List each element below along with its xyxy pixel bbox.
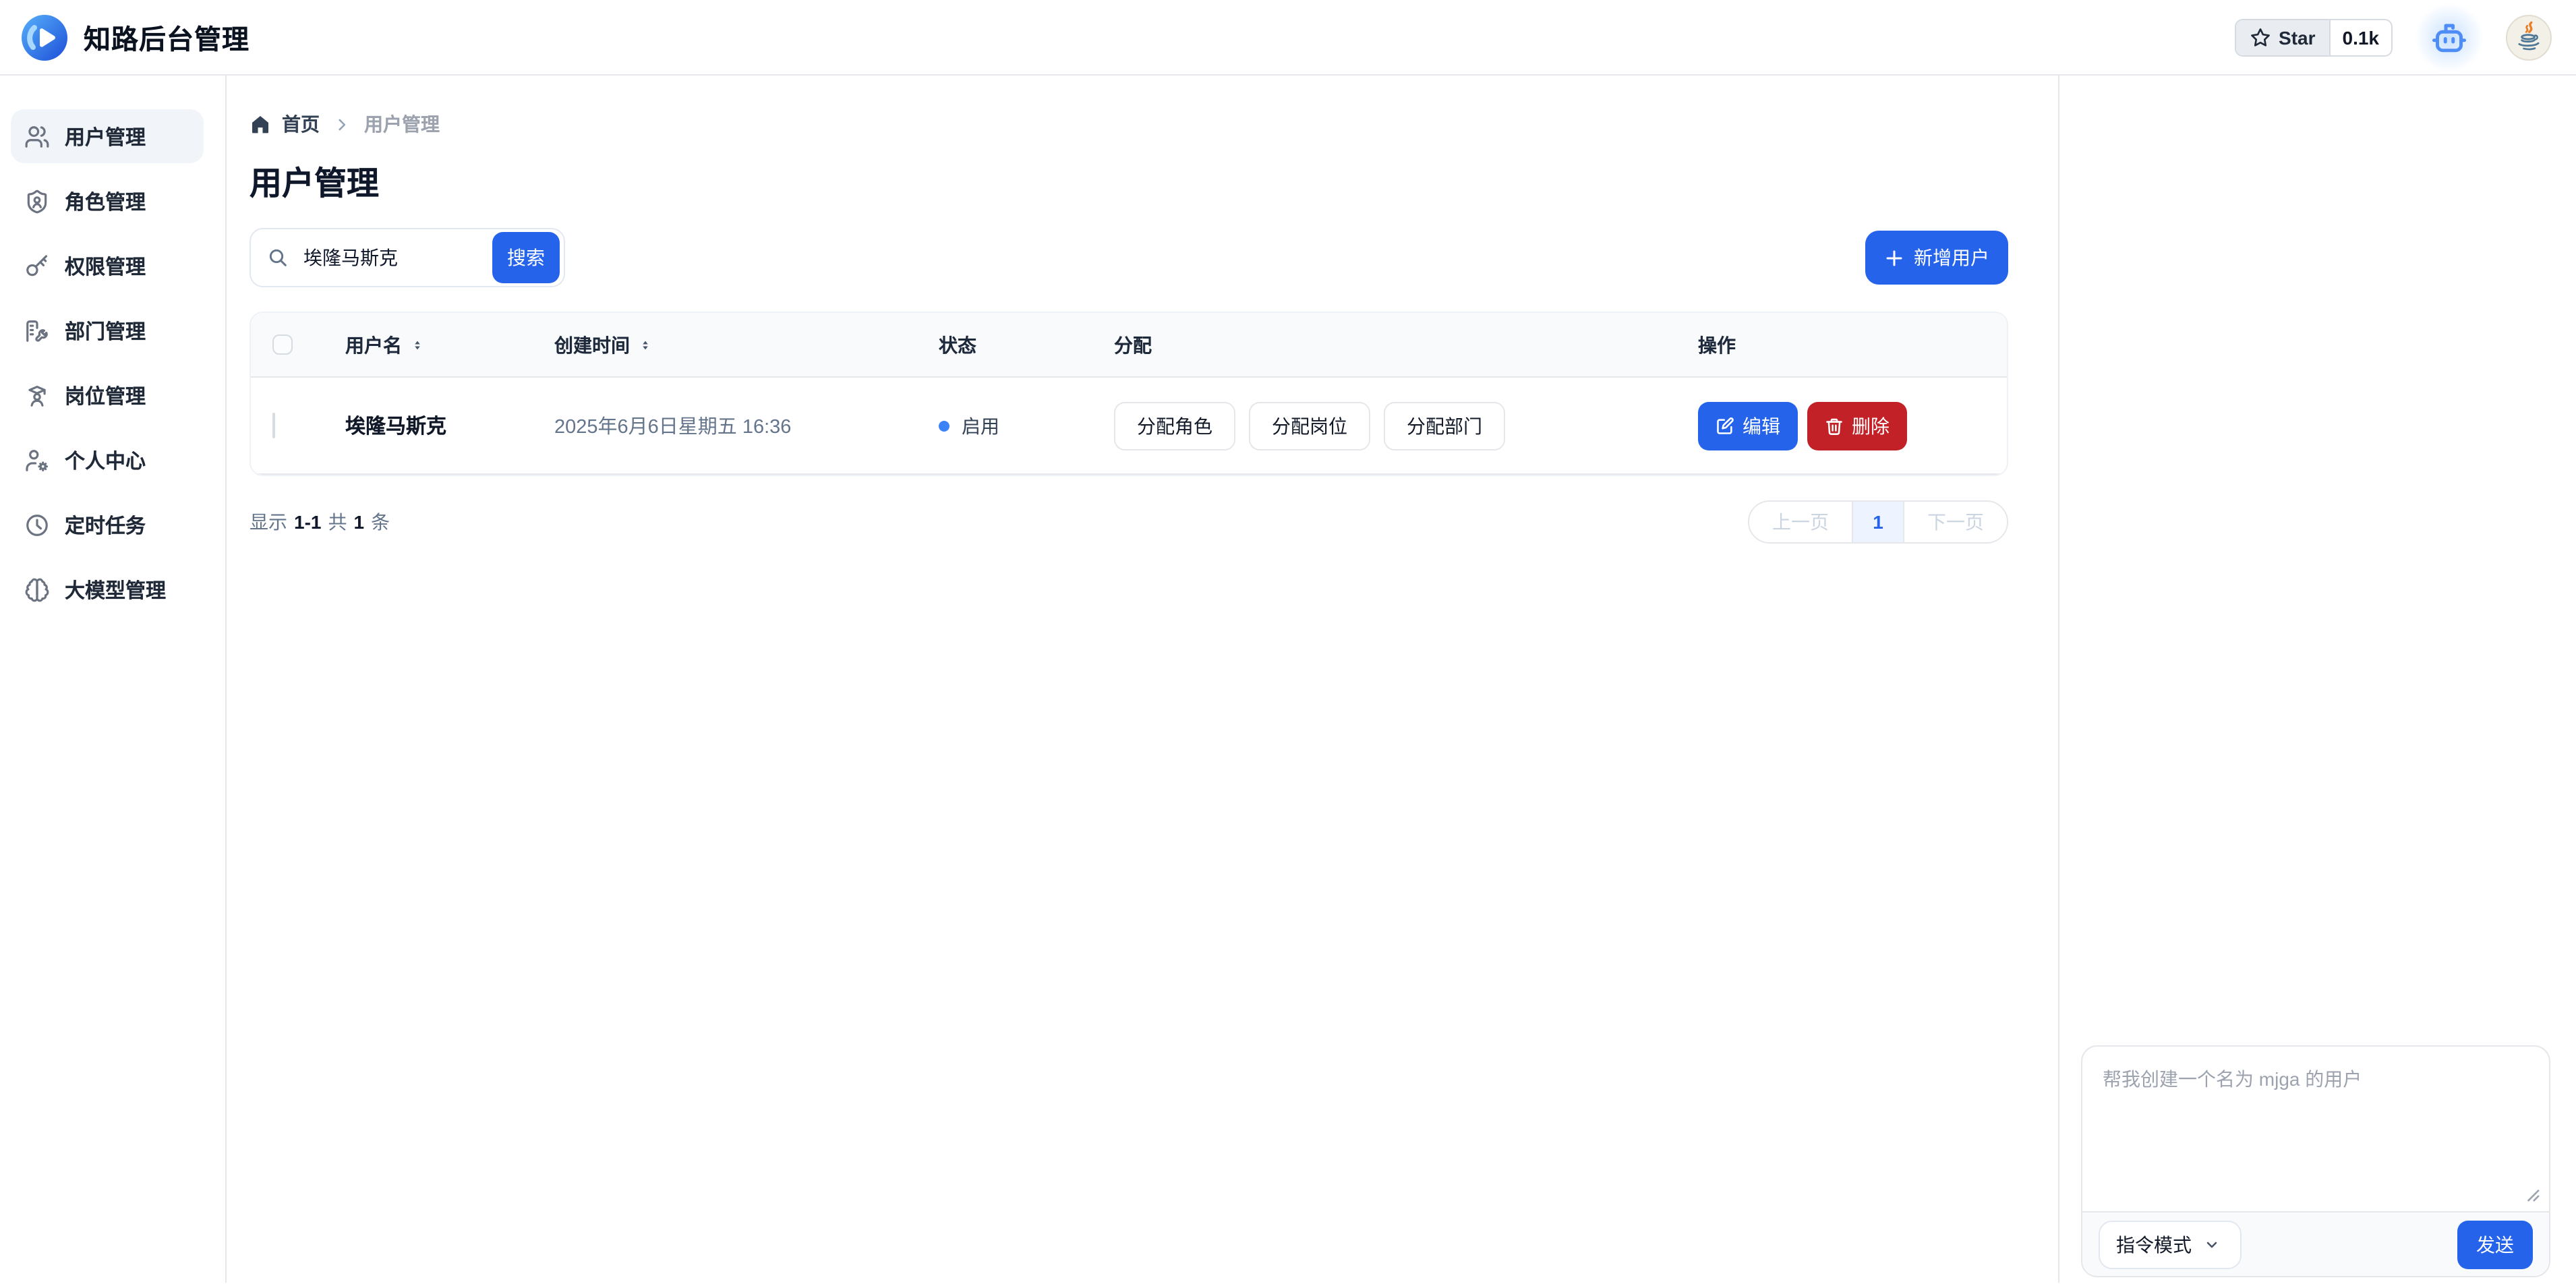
user-gear-icon <box>24 447 50 473</box>
clock-icon <box>24 512 50 537</box>
edit-pencil-icon <box>1716 416 1734 435</box>
chevron-down-icon <box>2204 1236 2220 1252</box>
toolbar: 搜索 新增用户 <box>250 228 2008 287</box>
breadcrumb: 首页 用户管理 <box>250 111 2058 138</box>
shield-user-icon <box>24 188 50 214</box>
status-label: 启用 <box>962 412 999 439</box>
delete-button[interactable]: 删除 <box>1807 401 1907 450</box>
sidebar-nav: 用户管理 角色管理 权限管理 <box>0 76 227 1283</box>
pagination-row: 显示1-1共1条 上一页 1 下一页 <box>250 500 2008 544</box>
row-username: 埃隆马斯克 <box>324 411 533 440</box>
sidebar-item-profile[interactable]: 个人中心 <box>11 433 204 487</box>
edit-button[interactable]: 编辑 <box>1698 401 1798 450</box>
column-header-username: 用户名 <box>324 331 533 358</box>
sidebar-item-label: 定时任务 <box>65 510 146 539</box>
users-table: 用户名 创建时间 状态 分配 操作 <box>250 312 2008 476</box>
select-all-checkbox[interactable] <box>272 334 293 355</box>
sidebar-item-scheduled-tasks[interactable]: 定时任务 <box>11 498 204 552</box>
status-badge: 启用 <box>939 412 1092 439</box>
chat-input[interactable] <box>2082 1047 2549 1211</box>
search-input[interactable] <box>301 245 476 270</box>
sidebar-item-label: 大模型管理 <box>65 575 166 604</box>
sidebar-item-label: 权限管理 <box>65 252 146 280</box>
row-checkbox[interactable] <box>272 412 275 438</box>
star-count: 0.1k <box>2331 20 2392 55</box>
home-icon <box>250 113 271 135</box>
assign-department-button[interactable]: 分配部门 <box>1384 401 1505 450</box>
send-button[interactable]: 发送 <box>2457 1220 2533 1268</box>
sidebar-item-departments[interactable]: 部门管理 <box>11 303 204 357</box>
plus-icon <box>1884 247 1904 268</box>
top-header: 知路后台管理 Star 0.1k <box>0 0 2576 76</box>
app-logo-icon <box>22 14 67 60</box>
star-icon <box>2249 26 2271 48</box>
search-box: 搜索 <box>250 228 565 287</box>
column-header-assign: 分配 <box>1092 331 1676 358</box>
delete-label: 删除 <box>1852 412 1890 439</box>
row-actions: 编辑 删除 <box>1698 401 2007 450</box>
breadcrumb-home-link[interactable]: 首页 <box>250 111 320 138</box>
chat-card: 指令模式 发送 <box>2081 1045 2550 1277</box>
row-created-at: 2025年6月6日星期五 16:36 <box>533 411 917 440</box>
sidebar-item-label: 用户管理 <box>65 122 146 150</box>
app-title: 知路后台管理 <box>84 18 250 57</box>
results-summary: 显示1-1共1条 <box>250 508 390 535</box>
edit-label: 编辑 <box>1743 412 1780 439</box>
status-dot-icon <box>939 420 949 431</box>
main-content: 首页 用户管理 用户管理 搜索 <box>227 76 2059 1283</box>
sidebar-item-llm[interactable]: 大模型管理 <box>11 562 204 616</box>
column-header-created-at: 创建时间 <box>533 331 917 358</box>
sidebar-item-positions[interactable]: 岗位管理 <box>11 368 204 422</box>
sidebar-item-label: 岗位管理 <box>65 381 146 409</box>
add-user-label: 新增用户 <box>1914 244 1989 271</box>
department-wrench-icon <box>24 318 50 343</box>
column-header-status: 状态 <box>917 331 1092 358</box>
page-title: 用户管理 <box>250 165 2058 205</box>
breadcrumb-home-label: 首页 <box>282 111 320 138</box>
sidebar-item-roles[interactable]: 角色管理 <box>11 174 204 228</box>
column-header-actions: 操作 <box>1676 331 2007 358</box>
trash-icon <box>1825 416 1844 435</box>
graduate-user-icon <box>24 382 50 408</box>
key-icon <box>24 253 50 279</box>
assistant-robot-icon[interactable] <box>2414 2 2484 72</box>
app-root: 知路后台管理 Star 0.1k <box>0 0 2576 1284</box>
table-row: 埃隆马斯克 2025年6月6日星期五 16:36 启用 分配角色 分配岗位 分配… <box>251 378 2007 475</box>
sort-created-at-icon[interactable] <box>639 334 651 355</box>
assign-button-group: 分配角色 分配岗位 分配部门 <box>1114 401 1676 450</box>
header-actions: Star 0.1k <box>2234 2 2552 72</box>
chat-footer: 指令模式 发送 <box>2082 1211 2549 1276</box>
brain-icon <box>24 577 50 602</box>
github-star-widget[interactable]: Star 0.1k <box>2234 18 2393 56</box>
assistant-panel: 指令模式 发送 <box>2059 76 2576 1283</box>
prev-page-button[interactable]: 上一页 <box>1749 502 1852 542</box>
breadcrumb-current: 用户管理 <box>364 111 440 138</box>
pagination-controls: 上一页 1 下一页 <box>1748 500 2008 544</box>
current-page-button[interactable]: 1 <box>1852 502 1904 542</box>
users-icon <box>24 123 50 149</box>
mode-select-value: 指令模式 <box>2116 1231 2192 1258</box>
search-icon <box>267 247 289 268</box>
table-header-row: 用户名 创建时间 状态 分配 操作 <box>251 313 2007 378</box>
chevron-right-icon <box>333 115 351 133</box>
sidebar-item-label: 角色管理 <box>65 187 146 215</box>
star-label: Star <box>2279 26 2315 48</box>
sidebar-item-users[interactable]: 用户管理 <box>11 109 204 163</box>
sidebar-item-label: 个人中心 <box>65 446 146 474</box>
assign-role-button[interactable]: 分配角色 <box>1114 401 1235 450</box>
user-avatar-java[interactable] <box>2506 14 2552 60</box>
add-user-button[interactable]: 新增用户 <box>1865 231 2008 285</box>
search-button[interactable]: 搜索 <box>492 232 560 283</box>
next-page-button[interactable]: 下一页 <box>1904 502 2007 542</box>
mode-select[interactable]: 指令模式 <box>2099 1220 2242 1268</box>
assign-position-button[interactable]: 分配岗位 <box>1249 401 1370 450</box>
sort-username-icon[interactable] <box>411 334 423 355</box>
sidebar-item-label: 部门管理 <box>65 316 146 345</box>
sidebar-item-permissions[interactable]: 权限管理 <box>11 239 204 293</box>
